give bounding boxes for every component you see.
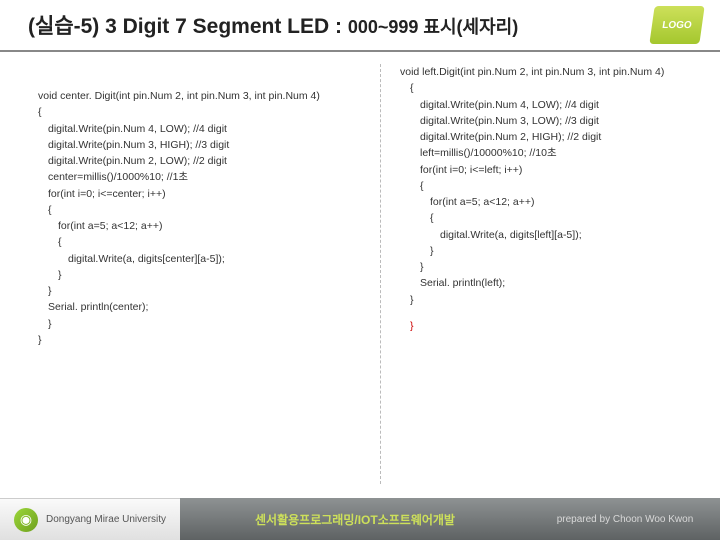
- code-line: Serial. println(center);: [38, 299, 338, 315]
- logo-badge: LOGO: [649, 6, 704, 44]
- code-line: {: [38, 202, 338, 218]
- code-line: {: [400, 178, 700, 194]
- logo-text: LOGO: [661, 20, 692, 31]
- code-line: digital.Write(a, digits[center][a-5]);: [38, 251, 338, 267]
- code-line: }: [38, 316, 338, 332]
- column-divider: [380, 64, 381, 484]
- title-prefix: (실습-5) 3 Digit 7 Segment LED :: [28, 15, 348, 38]
- footer-university: ◉ Dongyang Mirae University: [0, 498, 180, 540]
- footer-prepared: prepared by Choon Woo Kwon: [530, 498, 720, 540]
- code-right-column: void left.Digit(int pin.Num 2, int pin.N…: [400, 64, 700, 334]
- code-line: for(int i=0; i<=center; i++): [38, 186, 338, 202]
- code-line: {: [400, 210, 700, 226]
- content-area: void center. Digit(int pin.Num 2, int pi…: [0, 52, 720, 497]
- code-line: }: [38, 283, 338, 299]
- code-line: void center. Digit(int pin.Num 2, int pi…: [38, 88, 338, 104]
- code-line: }: [38, 267, 338, 283]
- code-line: for(int a=5; a<12; a++): [400, 194, 700, 210]
- code-line: {: [38, 104, 338, 120]
- code-line: }: [400, 292, 700, 308]
- slide-footer: ◉ Dongyang Mirae University 센서활용프로그래밍/IO…: [0, 498, 720, 540]
- code-line: }: [38, 332, 338, 348]
- code-line: digital.Write(pin.Num 3, HIGH); //3 digi…: [38, 137, 338, 153]
- page-title: (실습-5) 3 Digit 7 Segment LED : 000~999 표…: [0, 0, 720, 40]
- code-line: left=millis()/10000%10; //10초: [400, 145, 700, 161]
- code-left-column: void center. Digit(int pin.Num 2, int pi…: [38, 88, 338, 348]
- prepared-by: prepared by Choon Woo Kwon: [557, 514, 694, 525]
- footer-course: 센서활용프로그래밍/IOT소프트웨어개발: [180, 498, 530, 540]
- code-line: Serial. println(left);: [400, 275, 700, 291]
- code-line: {: [400, 80, 700, 96]
- course-name: 센서활용프로그래밍/IOT소프트웨어개발: [255, 511, 455, 528]
- code-line: }: [400, 318, 700, 334]
- code-line: {: [38, 234, 338, 250]
- code-line: digital.Write(pin.Num 3, LOW); //3 digit: [400, 113, 700, 129]
- code-line: digital.Write(pin.Num 4, LOW); //4 digit: [38, 121, 338, 137]
- university-name: Dongyang Mirae University: [46, 514, 166, 525]
- code-line: }: [400, 243, 700, 259]
- code-line: digital.Write(pin.Num 2, LOW); //2 digit: [38, 153, 338, 169]
- code-line: digital.Write(a, digits[left][a-5]);: [400, 227, 700, 243]
- code-line: }: [400, 259, 700, 275]
- university-logo-icon: ◉: [14, 508, 38, 532]
- slide-header: (실습-5) 3 Digit 7 Segment LED : 000~999 표…: [0, 0, 720, 52]
- spacer: [400, 308, 700, 318]
- title-suffix: 000~999 표시(세자리): [348, 17, 518, 37]
- code-line: center=millis()/1000%10; //1초: [38, 169, 338, 185]
- code-line: digital.Write(pin.Num 2, HIGH); //2 digi…: [400, 129, 700, 145]
- code-line: digital.Write(pin.Num 4, LOW); //4 digit: [400, 97, 700, 113]
- code-line: void left.Digit(int pin.Num 2, int pin.N…: [400, 64, 700, 80]
- code-line: for(int a=5; a<12; a++): [38, 218, 338, 234]
- code-line: for(int i=0; i<=left; i++): [400, 162, 700, 178]
